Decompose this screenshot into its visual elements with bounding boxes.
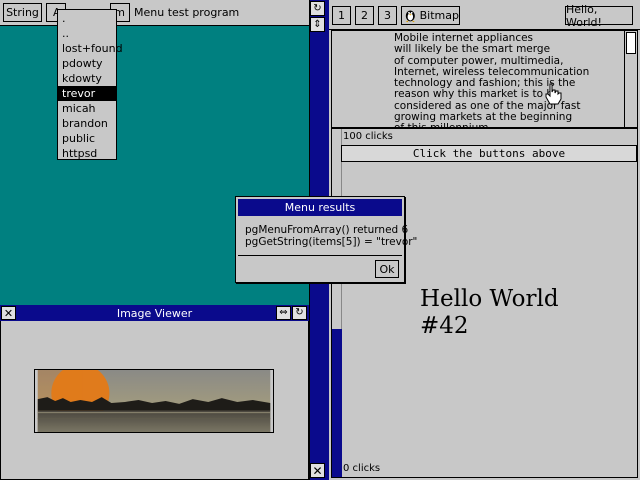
popup-menu: ... lost+found pdowty kdowty trevor micah bran… bbox=[57, 9, 123, 161]
dialog-line-1: pgMenuFromArray() returned 6 bbox=[245, 224, 409, 236]
menu-item[interactable]: trevor bbox=[58, 86, 116, 101]
bottom-click-count: 0 clicks bbox=[343, 463, 381, 474]
click-header: Click the buttons above bbox=[341, 145, 637, 162]
dialog-title: Menu results bbox=[284, 201, 356, 214]
text-panel: Mobile internet appliances will likely be… bbox=[331, 30, 638, 128]
right-toolbar: 1 2 3 Bitmap Hello, World! bbox=[329, 0, 640, 30]
menu-item[interactable]: httpsd bbox=[58, 146, 116, 161]
button-2[interactable]: 2 bbox=[355, 6, 374, 25]
menu-item[interactable]: public bbox=[58, 131, 116, 146]
string-button[interactable]: String bbox=[3, 3, 42, 22]
text-scrollbar[interactable] bbox=[624, 31, 637, 127]
scrollbar-thumb[interactable] bbox=[626, 32, 636, 54]
toolbar-title: Menu test program bbox=[134, 6, 240, 19]
dialog-line-2: pgGetString(items[5]) = "trevor" bbox=[245, 236, 418, 248]
clicks-panel: 100 clicks Click the buttons above Hello… bbox=[331, 128, 638, 478]
menu-item[interactable]: brandon bbox=[58, 116, 116, 131]
button-3[interactable]: 3 bbox=[378, 6, 397, 25]
dialog-titlebar[interactable]: Menu results bbox=[238, 199, 402, 216]
click-meter-fill bbox=[332, 329, 342, 477]
image-viewer-title: Image Viewer bbox=[116, 306, 193, 320]
text-content: Mobile internet appliances will likely be… bbox=[394, 32, 624, 127]
menu-item[interactable]: kdowty bbox=[58, 71, 116, 86]
text-line: will likely be the smart merge bbox=[394, 43, 551, 56]
top-toolbar: String A m Menu test program bbox=[0, 0, 309, 26]
hello-world-text: Hello World bbox=[420, 286, 559, 312]
menu-item[interactable]: .. bbox=[58, 26, 116, 41]
hello-count-text: #42 bbox=[420, 313, 469, 339]
bitmap-label: Bitmap bbox=[419, 9, 459, 22]
ok-button[interactable]: Ok bbox=[375, 260, 399, 278]
resize-vertical-icon[interactable]: ⇕ bbox=[310, 17, 325, 32]
viewer-close-icon[interactable]: ✕ bbox=[1, 306, 16, 320]
button-1[interactable]: 1 bbox=[332, 6, 351, 25]
menu-results-dialog: Menu results pgMenuFromArray() returned … bbox=[235, 196, 417, 283]
menu-item[interactable]: . bbox=[58, 11, 116, 26]
dialog-divider bbox=[238, 255, 402, 256]
image-viewer-titlebar[interactable]: Image Viewer bbox=[0, 305, 309, 321]
top-click-count: 100 clicks bbox=[343, 131, 393, 142]
menu-item[interactable]: pdowty bbox=[58, 56, 116, 71]
bitmap-button[interactable]: Bitmap bbox=[401, 6, 460, 25]
sunset-landscape-image bbox=[34, 369, 274, 433]
menu-item[interactable]: lost+found bbox=[58, 41, 123, 56]
menu-item[interactable]: micah bbox=[58, 101, 116, 116]
penguin-icon bbox=[405, 10, 415, 23]
viewer-resize-icon[interactable]: ⇔ bbox=[276, 306, 291, 320]
viewer-rotate-icon[interactable]: ↻ bbox=[292, 306, 307, 320]
close-icon[interactable]: ✕ bbox=[310, 463, 325, 478]
hello-world-button[interactable]: Hello, World! bbox=[565, 3, 633, 29]
hand-cursor-icon bbox=[545, 83, 562, 105]
rotate-icon[interactable]: ↻ bbox=[310, 1, 325, 16]
